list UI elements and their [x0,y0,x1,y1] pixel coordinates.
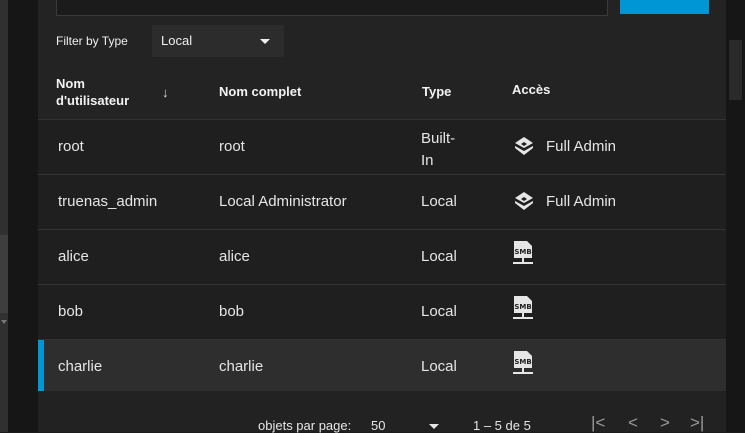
table-row[interactable]: truenas_admin Local Administrator Local … [38,175,726,230]
smb-icon-label: SMB [514,303,531,311]
full-name-cell: Local Administrator [219,193,347,210]
access-cell: Full Admin [512,189,616,213]
smb-icon-label: SMB [514,358,531,366]
username-cell: root [58,138,84,155]
right-edge [726,0,745,432]
toolbar: Filter by Type Local [38,0,726,65]
page-range-label: 1 – 5 de 5 [473,418,531,433]
table-row-selected[interactable]: charlie charlie Local SMB [38,340,726,395]
type-cell: Local [421,303,457,320]
access-cell: Full Admin [512,134,616,158]
left-scrollbar[interactable] [0,0,8,432]
column-header-access[interactable]: Accès [512,82,550,97]
access-label: Full Admin [546,192,617,210]
selected-row-indicator [38,340,44,394]
full-name-cell: root [219,138,245,155]
column-header-username-line2: d'utilisateur [56,93,130,108]
access-label: Full Admin [546,137,617,155]
sort-arrow-down-icon[interactable]: ↓ [162,85,169,100]
column-header-full-name[interactable]: Nom complet [219,84,301,99]
table-row[interactable]: root root Built- In Full Admin [38,120,726,175]
admin-shield-icon [515,192,533,210]
paginator: objets par page: 50 1 – 5 de 5 |< < > >| [38,391,726,433]
access-cell: SMB [512,241,534,266]
access-cell: SMB [512,351,534,376]
type-cell-line1: Built- [421,130,456,147]
column-header-type[interactable]: Type [422,84,451,99]
left-scrollbar-thumb[interactable] [0,235,8,313]
page-gutter [8,0,38,432]
table-row[interactable]: alice alice Local SMB [38,230,726,285]
search-input[interactable] [56,0,608,16]
access-cell: SMB [512,296,534,321]
smb-share-icon: SMB [513,241,533,264]
last-page-icon[interactable]: >| [690,413,704,433]
filter-type-value: Local [161,33,193,48]
column-header-username[interactable]: Nom d'utilisateur [56,75,129,109]
username-cell: bob [58,303,84,320]
add-button[interactable] [620,0,709,14]
type-cell-line2: In [421,152,434,169]
smb-share-icon: SMB [513,296,533,319]
full-name-cell: bob [219,303,245,320]
smb-share-icon: SMB [513,351,533,374]
right-scrollbar-thumb[interactable] [729,40,742,100]
items-per-page-select[interactable]: 50 [371,418,385,433]
type-cell: Built- In [421,128,455,172]
full-name-cell: charlie [219,358,264,375]
first-page-icon[interactable]: |< [591,413,605,433]
items-per-page-label: objets par page: [258,418,352,433]
users-panel: Filter by Type Local Nom d'utilisateur ↓… [38,0,726,433]
scroll-down-arrow-icon[interactable] [1,320,7,324]
previous-page-icon[interactable]: < [628,413,638,433]
chevron-down-icon [260,39,270,44]
type-cell: Local [421,193,457,210]
smb-icon-label: SMB [514,248,531,256]
type-cell: Local [421,358,457,375]
filter-label: Filter by Type [56,34,128,48]
full-name-cell: alice [219,248,250,265]
next-page-icon[interactable]: > [660,413,670,433]
chevron-down-icon[interactable] [429,424,439,429]
type-cell: Local [421,248,457,265]
username-cell: charlie [58,358,103,375]
username-cell: alice [58,248,89,265]
column-header-username-line1: Nom [56,76,85,91]
admin-shield-icon [515,137,533,155]
table-header: Nom d'utilisateur ↓ Nom complet Type Acc… [38,65,726,120]
username-cell: truenas_admin [58,193,158,210]
filter-type-select[interactable]: Local [152,25,284,57]
table-row[interactable]: bob bob Local SMB [38,285,726,340]
